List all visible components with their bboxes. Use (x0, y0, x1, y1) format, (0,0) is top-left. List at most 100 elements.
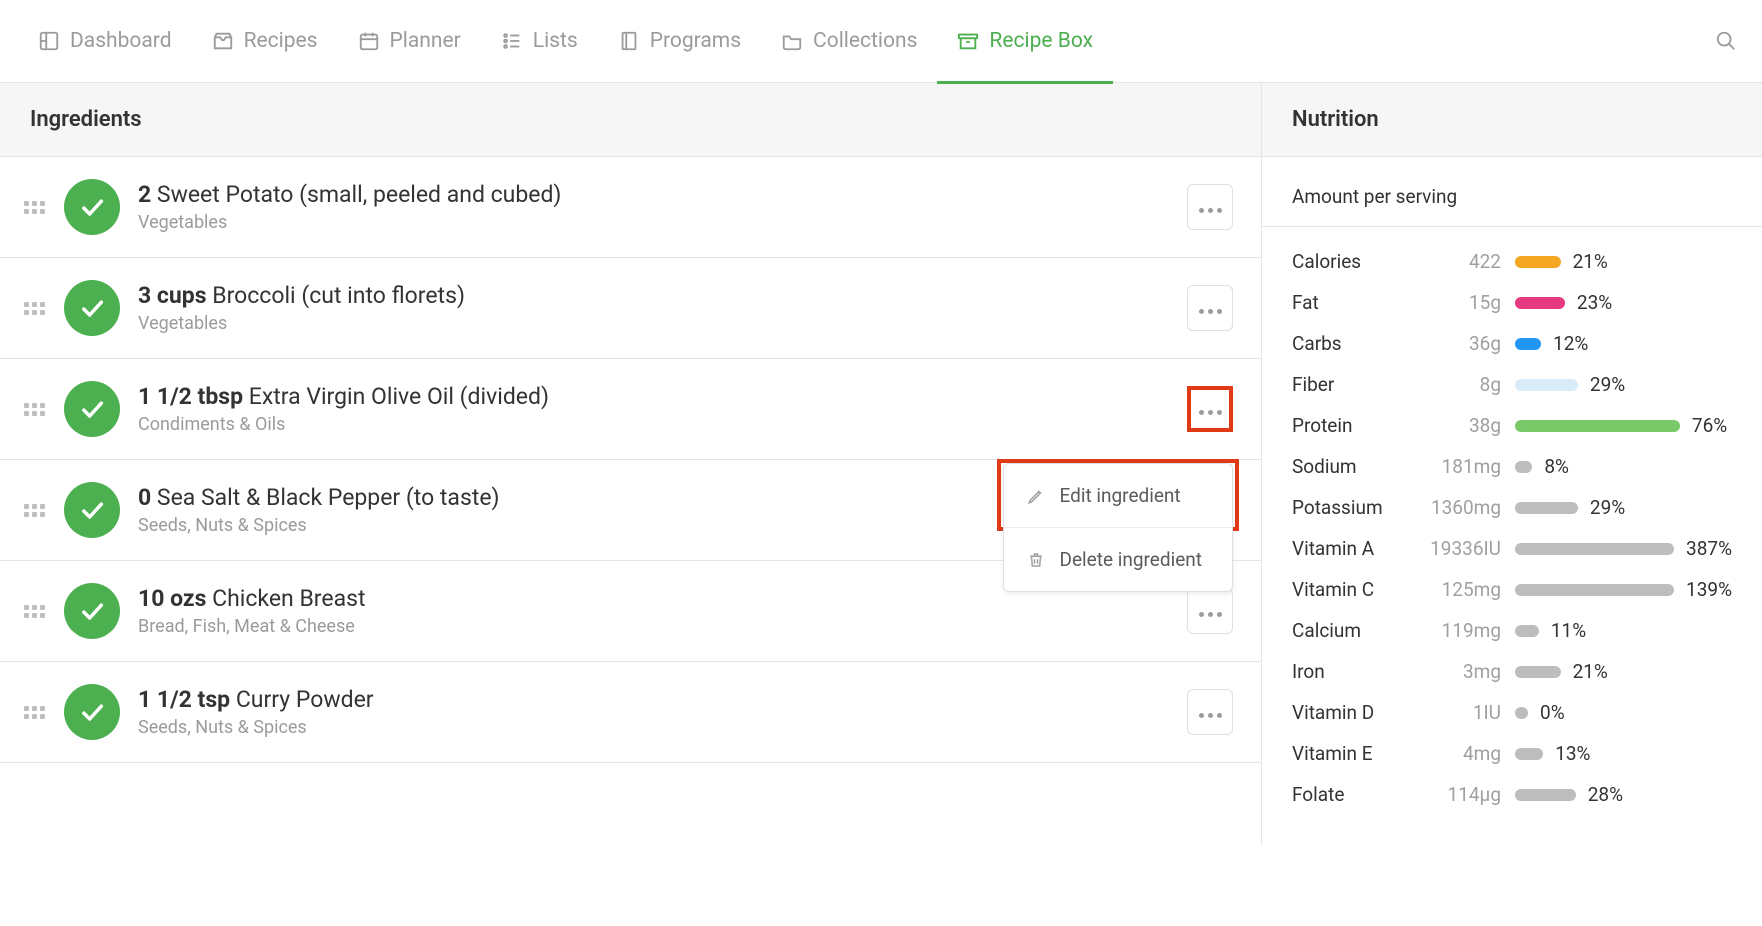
ingredients-header: Ingredients (0, 82, 1261, 157)
nutrition-bar-wrap: 0% (1515, 701, 1732, 724)
nav-lists[interactable]: Lists (481, 0, 598, 83)
nutrition-bar-wrap: 11% (1515, 619, 1732, 642)
ingredient-list: 2 Sweet Potato (small, peeled and cubed)… (0, 157, 1261, 763)
nutrition-row: Sodium 181mg 8% (1292, 446, 1732, 487)
ingredient-dropdown: Edit ingredient Delete ingredient (1003, 463, 1233, 592)
nutrition-bar-wrap: 28% (1515, 783, 1732, 806)
nutrition-bar-wrap: 139% (1515, 578, 1732, 601)
drag-handle[interactable] (22, 302, 46, 315)
more-icon (1197, 400, 1224, 419)
nutrition-row: Carbs 36g 12% (1292, 323, 1732, 364)
ingredient-name: 3 cups Broccoli (cut into florets) (138, 282, 1169, 309)
ingredient-text: 10 ozs Chicken Breast Bread, Fish, Meat … (138, 585, 1169, 637)
drag-handle[interactable] (22, 403, 46, 416)
nutrition-value: 3mg (1416, 660, 1501, 683)
nutrition-label: Vitamin C (1292, 578, 1402, 601)
nav-label: Recipes (244, 29, 318, 53)
check-icon[interactable] (64, 280, 120, 336)
nutrition-percent: 29% (1590, 373, 1625, 396)
check-icon[interactable] (64, 482, 120, 538)
nutrition-percent: 23% (1577, 291, 1612, 314)
nutrition-row: Protein 38g 76% (1292, 405, 1732, 446)
ingredient-more-button[interactable] (1187, 386, 1233, 432)
drag-handle[interactable] (22, 706, 46, 719)
nutrition-percent: 21% (1573, 660, 1608, 683)
nav-dashboard[interactable]: Dashboard (18, 0, 192, 83)
nutrition-bar (1515, 543, 1674, 555)
book-icon (618, 30, 640, 52)
ingredient-text: 1 1/2 tbsp Extra Virgin Olive Oil (divid… (138, 383, 1169, 435)
box-icon (957, 30, 979, 52)
ingredient-more-button[interactable] (1187, 184, 1233, 230)
nutrition-panel: Nutrition Amount per serving Calories 42… (1262, 83, 1762, 845)
nav-label: Programs (650, 29, 741, 53)
nutrition-value: 36g (1416, 332, 1501, 355)
ingredients-title: Ingredients (30, 107, 1231, 132)
dashboard-icon (38, 30, 60, 52)
nutrition-label: Carbs (1292, 332, 1402, 355)
ingredient-more-button[interactable] (1187, 588, 1233, 634)
nutrition-bar (1515, 584, 1674, 596)
nutrition-percent: 11% (1551, 619, 1586, 642)
check-icon[interactable] (64, 179, 120, 235)
nutrition-value: 8g (1416, 373, 1501, 396)
nutrition-bar-wrap: 8% (1515, 455, 1732, 478)
nutrition-bar (1515, 297, 1565, 309)
nutrition-percent: 0% (1540, 701, 1565, 724)
nutrition-bar (1515, 625, 1539, 637)
ingredient-category: Seeds, Nuts & Spices (138, 717, 1169, 738)
nav-programs[interactable]: Programs (598, 0, 761, 83)
drag-handle[interactable] (22, 201, 46, 214)
more-icon (1197, 299, 1224, 318)
nutrition-title: Nutrition (1292, 107, 1732, 132)
nutrition-row: Vitamin D 1IU 0% (1292, 692, 1732, 733)
delete-ingredient-item[interactable]: Delete ingredient (1004, 528, 1232, 591)
nav-recipes[interactable]: Recipes (192, 0, 338, 83)
nutrition-bar-wrap: 13% (1515, 742, 1732, 765)
nutrition-label: Vitamin E (1292, 742, 1402, 765)
nav-planner[interactable]: Planner (338, 0, 481, 83)
nutrition-value: 1360mg (1416, 496, 1501, 519)
nutrition-percent: 12% (1553, 332, 1588, 355)
ingredient-name: 2 Sweet Potato (small, peeled and cubed) (138, 181, 1169, 208)
check-icon[interactable] (64, 583, 120, 639)
ingredient-row: 1 1/2 tbsp Extra Virgin Olive Oil (divid… (0, 359, 1261, 460)
nutrition-percent: 28% (1588, 783, 1623, 806)
nutrition-label: Fiber (1292, 373, 1402, 396)
nutrition-bar-wrap: 21% (1515, 250, 1732, 273)
edit-ingredient-item[interactable]: Edit ingredient (1004, 464, 1232, 528)
nutrition-row: Calories 422 21% (1292, 241, 1732, 282)
drag-handle[interactable] (22, 605, 46, 618)
check-icon[interactable] (64, 381, 120, 437)
nutrition-row: Iron 3mg 21% (1292, 651, 1732, 692)
nutrition-label: Folate (1292, 783, 1402, 806)
check-icon[interactable] (64, 684, 120, 740)
nutrition-label: Fat (1292, 291, 1402, 314)
nutrition-row: Fat 15g 23% (1292, 282, 1732, 323)
drag-handle[interactable] (22, 504, 46, 517)
inbox-icon (212, 30, 234, 52)
search-button[interactable] (1708, 23, 1744, 59)
ingredient-more-button[interactable] (1187, 285, 1233, 331)
nutrition-subheader: Amount per serving (1262, 157, 1762, 227)
nutrition-bar (1515, 420, 1680, 432)
nutrition-bar (1515, 789, 1576, 801)
nutrition-percent: 76% (1692, 414, 1727, 437)
nutrition-percent: 139% (1686, 578, 1732, 601)
dropdown-label: Delete ingredient (1060, 548, 1202, 571)
more-icon (1197, 198, 1224, 217)
nutrition-percent: 29% (1590, 496, 1625, 519)
page-body: Ingredients 2 Sweet Potato (small, peele… (0, 83, 1762, 845)
ingredient-text: 3 cups Broccoli (cut into florets) Veget… (138, 282, 1169, 334)
nutrition-bar (1515, 256, 1561, 268)
ingredient-row: 1 1/2 tsp Curry Powder Seeds, Nuts & Spi… (0, 662, 1261, 763)
nutrition-value: 4mg (1416, 742, 1501, 765)
nutrition-row: Vitamin C 125mg 139% (1292, 569, 1732, 610)
nutrition-bar-wrap: 29% (1515, 496, 1732, 519)
nav-collections[interactable]: Collections (761, 0, 937, 83)
nutrition-label: Potassium (1292, 496, 1402, 519)
dropdown-label: Edit ingredient (1060, 484, 1181, 507)
nav-recipe-box[interactable]: Recipe Box (937, 0, 1113, 83)
ingredient-more-button[interactable] (1187, 689, 1233, 735)
nutrition-bar-wrap: 21% (1515, 660, 1732, 683)
